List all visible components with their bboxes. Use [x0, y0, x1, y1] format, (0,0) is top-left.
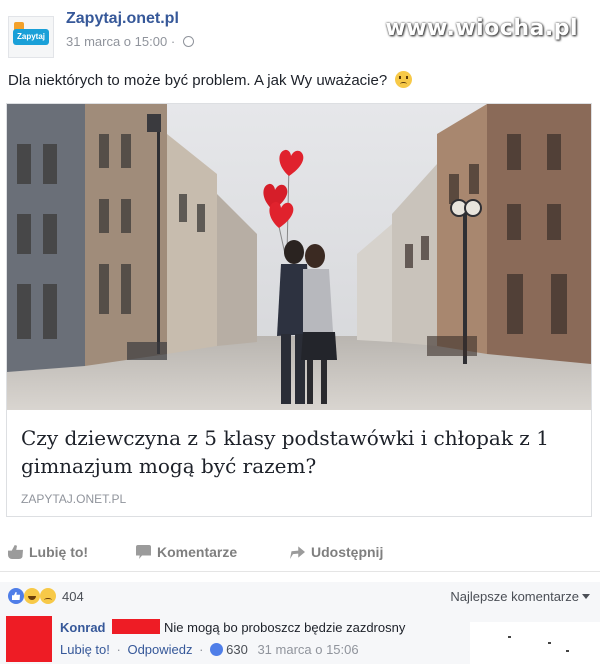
link-card[interactable]: Czy dziewczyna z 5 klasy podstawówki i c…: [6, 103, 592, 517]
comment-avatar[interactable]: [6, 616, 52, 662]
watermark: www.wiocha.pl: [385, 16, 578, 41]
comment-reply-link[interactable]: Odpowiedz: [127, 642, 192, 657]
meta-separator: ·: [170, 34, 176, 49]
patch-mark: [566, 650, 569, 652]
comment-sort-dropdown[interactable]: Najlepsze komentarze: [450, 589, 590, 604]
meta-separator: ·: [116, 642, 121, 657]
post-date[interactable]: 31 marca o 15:00: [66, 34, 167, 49]
couple-street-photo: [7, 104, 591, 410]
mini-like-icon: [210, 643, 224, 656]
share-button[interactable]: Udostępnij: [290, 544, 383, 560]
page-name-link[interactable]: Zapytaj.onet.pl: [66, 10, 179, 28]
sort-label: Najlepsze komentarze: [450, 589, 579, 604]
meta-separator: ·: [199, 642, 204, 657]
globe-icon: [182, 36, 194, 47]
comment-text: Nie mogą bo proboszcz będzie zazdrosny: [164, 620, 406, 635]
haha-reaction-icon[interactable]: [24, 588, 40, 604]
comment-author[interactable]: Konrad: [60, 620, 106, 635]
sad-emoji-icon: [395, 71, 413, 88]
post-meta: 31 marca o 15:00 ·: [66, 34, 194, 49]
comment-button[interactable]: Komentarze: [136, 544, 237, 560]
avatar-logo: Zapytaj: [13, 29, 49, 45]
thumbs-up-icon: [8, 545, 23, 559]
post-header: Zapytaj Zapytaj.onet.pl 31 marca o 15:00…: [8, 6, 592, 58]
reactions-bar: 404 Najlepsze komentarze: [0, 582, 600, 612]
link-domain: ZAPYTAJ.ONET.PL: [21, 492, 127, 506]
like-button[interactable]: Lubię to!: [8, 544, 88, 560]
patch-mark: [548, 642, 551, 644]
page-avatar[interactable]: Zapytaj: [8, 16, 54, 58]
share-arrow-icon: [290, 546, 305, 559]
like-count-value: 630: [226, 642, 248, 657]
share-label: Udostępnij: [311, 544, 384, 560]
link-image[interactable]: [7, 104, 591, 410]
caret-down-icon: [582, 594, 590, 599]
link-title[interactable]: Czy dziewczyna z 5 klasy podstawówki i c…: [21, 424, 577, 480]
comment-like-count[interactable]: 630: [210, 642, 248, 657]
like-reaction-icon[interactable]: [8, 588, 24, 604]
comment-bubble-icon: [136, 545, 151, 559]
post-text-content: Dla niektórych to może być problem. A ja…: [8, 72, 388, 89]
reaction-count[interactable]: 404: [62, 589, 84, 604]
action-bar: Lubię to! Komentarze Udostępnij: [0, 536, 600, 572]
like-label: Lubię to!: [29, 544, 89, 560]
post-text: Dla niektórych to może być problem. A ja…: [8, 71, 413, 89]
white-patch: [470, 622, 600, 664]
comment-like-link[interactable]: Lubię to!: [60, 642, 110, 657]
comment-time[interactable]: 31 marca o 15:06: [257, 642, 358, 657]
author-redaction: [112, 619, 160, 634]
patch-mark: [508, 636, 511, 638]
comment-label: Komentarze: [157, 544, 238, 560]
comment-meta: Lubię to! · Odpowiedz · 630 31 marca o 1…: [60, 642, 359, 657]
sad-reaction-icon[interactable]: [40, 588, 56, 604]
